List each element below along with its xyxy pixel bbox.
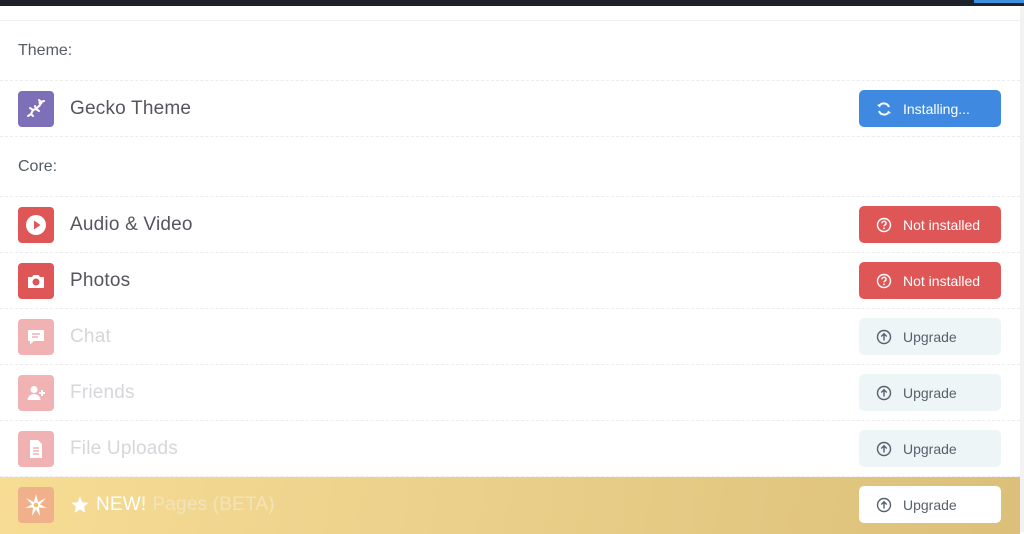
starburst-icon bbox=[18, 487, 54, 523]
top-bar-accent bbox=[974, 0, 1024, 3]
plugin-row-audio-video: Audio & Video Not installed bbox=[0, 197, 1020, 253]
section-header-core: Core: bbox=[0, 137, 1020, 197]
button-label: Installing... bbox=[903, 100, 970, 117]
upgrade-button[interactable]: Upgrade bbox=[859, 374, 1001, 411]
question-circle-icon bbox=[875, 272, 893, 290]
play-icon bbox=[18, 207, 54, 243]
plugin-row-chat: Chat Upgrade bbox=[0, 309, 1020, 365]
plugin-row-file-uploads: File Uploads Upgrade bbox=[0, 421, 1020, 477]
star-icon bbox=[70, 495, 90, 515]
section-header-theme: Theme: bbox=[0, 21, 1020, 81]
plugin-name: File Uploads bbox=[70, 438, 179, 459]
button-label: Upgrade bbox=[903, 496, 957, 513]
upgrade-button[interactable]: Upgrade bbox=[859, 486, 1001, 523]
plugin-row-gecko-theme: Gecko Theme Installing... bbox=[0, 81, 1020, 137]
plugin-name: NEW! Pages (BETA) bbox=[70, 477, 275, 533]
button-label: Upgrade bbox=[903, 328, 957, 345]
plugin-row-photos: Photos Not installed bbox=[0, 253, 1020, 309]
camera-icon bbox=[18, 263, 54, 299]
plugin-row-pages-beta: NEW! Pages (BETA) Upgrade bbox=[0, 477, 1020, 534]
plugin-list: Theme: Gecko Theme Installing... Core: A… bbox=[0, 20, 1020, 534]
arrow-up-circle-icon bbox=[875, 496, 893, 514]
upgrade-button[interactable]: Upgrade bbox=[859, 430, 1001, 467]
pages-beta-label: Pages (BETA) bbox=[152, 494, 275, 515]
scrollbar-track[interactable] bbox=[1020, 6, 1024, 532]
arrow-up-circle-icon bbox=[875, 440, 893, 458]
chat-bubble-icon bbox=[18, 319, 54, 355]
document-icon bbox=[18, 431, 54, 467]
plugin-name: Photos bbox=[70, 270, 131, 291]
refresh-icon bbox=[875, 100, 893, 118]
installing-button[interactable]: Installing... bbox=[859, 90, 1001, 127]
question-circle-icon bbox=[875, 216, 893, 234]
button-label: Not installed bbox=[903, 216, 981, 233]
plugin-name: Friends bbox=[70, 382, 135, 403]
plugin-name: Gecko Theme bbox=[70, 98, 192, 119]
add-user-icon bbox=[18, 375, 54, 411]
plugin-row-friends: Friends Upgrade bbox=[0, 365, 1020, 421]
gecko-icon bbox=[18, 91, 54, 127]
top-bar bbox=[0, 0, 1024, 6]
arrow-up-circle-icon bbox=[875, 328, 893, 346]
not-installed-button[interactable]: Not installed bbox=[859, 206, 1001, 243]
plugin-name: Chat bbox=[70, 326, 111, 347]
plugin-name: Audio & Video bbox=[70, 214, 193, 235]
new-badge: NEW! bbox=[96, 494, 147, 515]
button-label: Upgrade bbox=[903, 440, 957, 457]
not-installed-button[interactable]: Not installed bbox=[859, 262, 1001, 299]
button-label: Not installed bbox=[903, 272, 981, 289]
button-label: Upgrade bbox=[903, 384, 957, 401]
arrow-up-circle-icon bbox=[875, 384, 893, 402]
upgrade-button[interactable]: Upgrade bbox=[859, 318, 1001, 355]
